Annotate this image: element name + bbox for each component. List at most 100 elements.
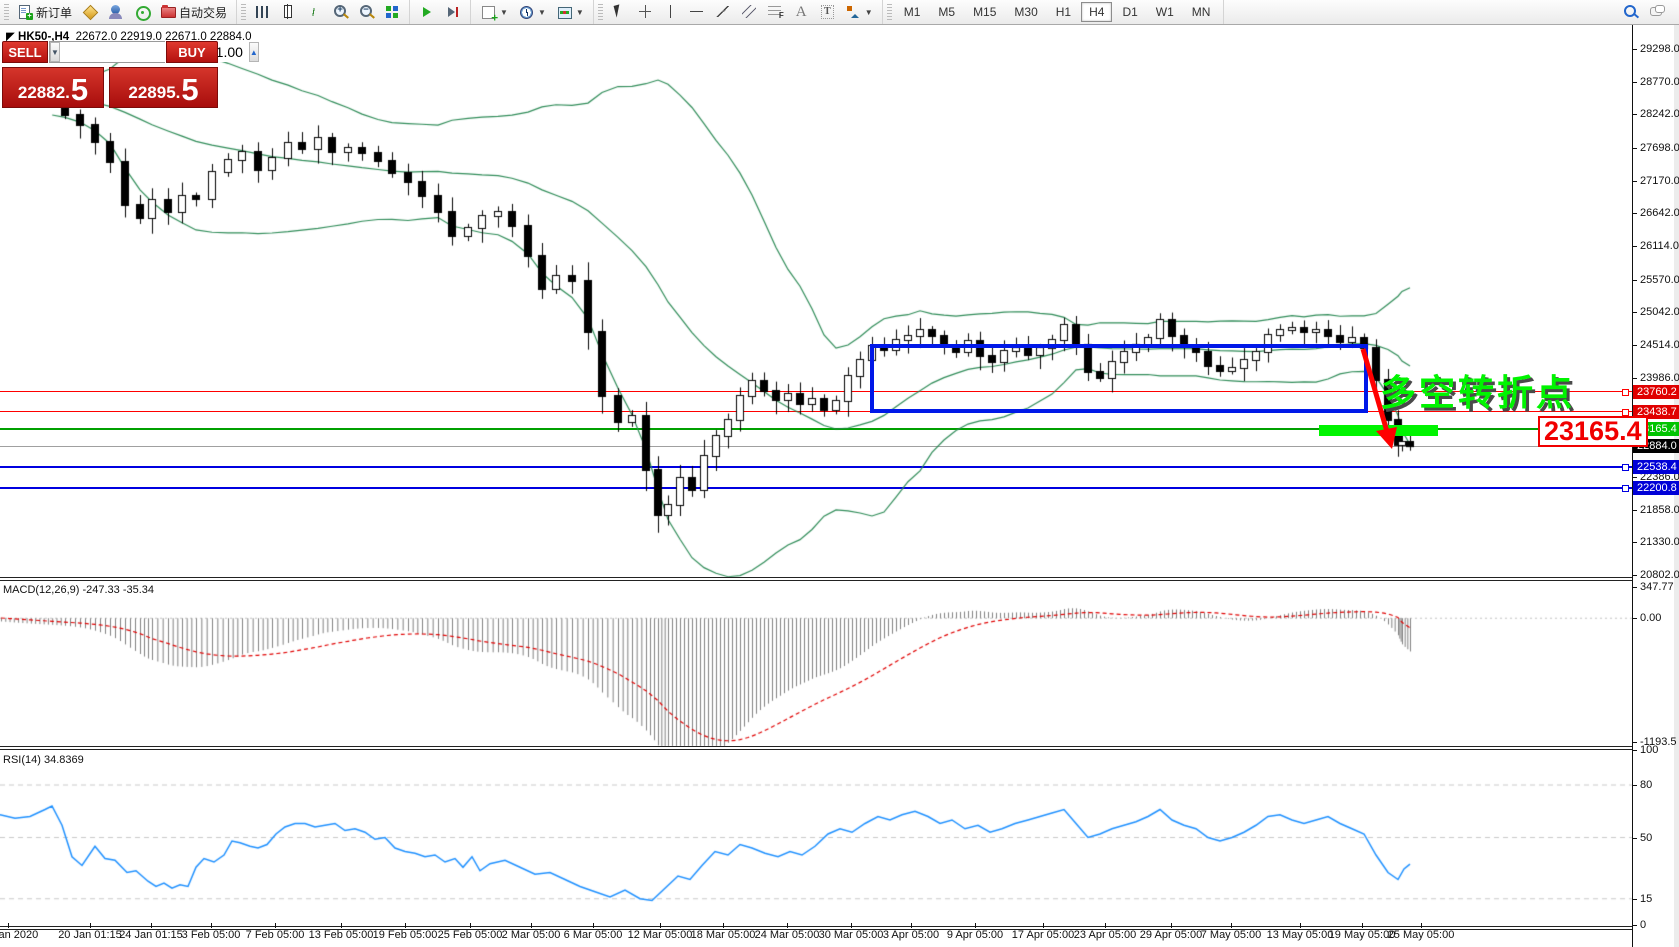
timeframe-h1[interactable]: H1 [1048,2,1079,22]
indicator-tick-mark [1632,925,1637,926]
horizontal-line-tool-button[interactable] [684,1,710,23]
gold-seal-icon [82,4,98,20]
label-tool-button[interactable]: T [814,1,840,23]
search-icon[interactable] [1623,4,1639,20]
fibonacci-icon [767,4,783,20]
buy-button[interactable]: BUY [166,41,218,63]
panel-separator[interactable] [0,746,1632,750]
time-axis-label: 19 Feb 05:00 [373,929,438,941]
rsi-level-label: 0 [1640,919,1646,931]
indicator-tick-mark [1632,838,1637,839]
time-tick-mark [1300,923,1301,928]
clock-icon [518,4,534,20]
time-axis-label: 13 Feb 05:00 [309,929,374,941]
sell-arrow[interactable] [1350,343,1420,473]
line-chart-button[interactable] [301,1,327,23]
toolbar-grip[interactable] [887,4,892,20]
timeframe-m30[interactable]: M30 [1006,2,1045,22]
new-order-button[interactable]: + 新订单 [12,1,77,24]
tile-windows-button[interactable] [379,1,405,23]
chevron-down-icon: ▼ [576,8,584,17]
chart-plot-area[interactable] [0,24,1679,947]
timeframe-m15[interactable]: M15 [965,2,1004,22]
chart-shift-button[interactable] [440,1,466,23]
timeframe-mn[interactable]: MN [1184,2,1219,22]
volume-input[interactable] [60,42,249,62]
consolidation-range-box[interactable] [870,344,1368,413]
market-watch-button[interactable] [77,1,103,23]
time-tick-mark [341,923,342,928]
time-axis-label: 3 Feb 05:00 [182,929,241,941]
trendline-tool-button[interactable] [710,1,736,23]
volume-increase-button[interactable]: ▲ [249,42,259,62]
price-tick-label: 26114.0 [1640,240,1679,252]
zoom-in-button[interactable]: + [327,1,353,23]
cursor-tool-button[interactable] [606,1,632,23]
price-tick-mark [1632,246,1637,247]
periods-button[interactable]: ▼ [513,1,551,23]
toolbar-grip[interactable] [4,4,9,20]
indicator-tick-mark [1632,618,1637,619]
timeframe-d1[interactable]: D1 [1114,2,1145,22]
vertical-line-tool-button[interactable] [658,1,684,23]
time-axis-label: 9 Apr 05:00 [947,929,1003,941]
new-order-label: 新订单 [36,4,72,21]
timeframe-h4[interactable]: H4 [1081,2,1112,22]
time-axis-label: 24 Mar 05:00 [755,929,820,941]
sell-price-dot: . [65,81,70,105]
line-chart-icon [306,4,322,20]
time-tick-mark [851,923,852,928]
buy-quote[interactable]: 22895 . 5 [109,67,218,108]
zoom-out-button[interactable]: − [353,1,379,23]
time-axis-label: 25 May 05:00 [1388,929,1455,941]
panel-separator[interactable] [0,577,1632,581]
sell-button[interactable]: SELL [2,41,48,63]
arrows-tool-button[interactable]: ▼ [840,1,878,23]
toolbar-grip[interactable] [241,4,246,20]
price-tick-mark [1632,510,1637,511]
timeframe-m5[interactable]: M5 [930,2,963,22]
chevron-down-icon: ▼ [865,8,873,17]
time-axis-label: 17 Apr 05:00 [1012,929,1074,941]
time-axis-label: 3 Apr 05:00 [883,929,939,941]
price-tick-label: 21330.0 [1640,536,1679,548]
auto-scroll-button[interactable] [414,1,440,23]
crosshair-icon [637,4,653,20]
price-tick-mark [1632,378,1637,379]
new-order-icon: + [17,4,33,20]
text-tool-button[interactable]: A [788,1,814,23]
price-badge: 23760.2 [1633,385,1679,399]
crosshair-tool-button[interactable] [632,1,658,23]
time-axis-label: 24 Jan 01:15 [119,929,183,941]
timeframe-m1[interactable]: M1 [896,2,929,22]
chat-icon[interactable] [1649,4,1665,20]
time-tick-mark [975,923,976,928]
fibonacci-tool-button[interactable] [762,1,788,23]
time-axis-label: 30 Mar 05:00 [819,929,884,941]
templates-button[interactable]: ▼ [551,1,589,23]
time-tick-mark [1043,923,1044,928]
sell-price-frac: 5 [71,74,88,105]
volume-decrease-button[interactable]: ▼ [50,42,60,62]
indicators-button[interactable]: ▼ [475,1,513,23]
bar-chart-button[interactable] [249,1,275,23]
channel-tool-button[interactable] [736,1,762,23]
candlestick-chart-button[interactable] [275,1,301,23]
indicator-tick-mark [1632,785,1637,786]
toolbar-grip[interactable] [598,4,603,20]
support-price-callout[interactable]: 23165.4 [1538,416,1648,447]
person-icon [108,4,124,20]
toolbar-group-objects: ▼ ▼ ▼ [471,0,594,24]
time-tick-mark [405,923,406,928]
price-tick-mark [1632,575,1637,576]
profile-button[interactable] [103,1,129,23]
sell-quote[interactable]: 22882 . 5 [2,67,104,108]
timeframe-w1[interactable]: W1 [1148,2,1182,22]
time-tick-mark [211,923,212,928]
auto-trading-button[interactable]: 自动交易 [155,1,232,24]
time-tick-mark [723,923,724,928]
time-axis-label: 2 Mar 05:00 [502,929,561,941]
volume-stepper: ▼ ▲ [49,41,165,63]
shapes-icon [845,4,861,20]
signals-button[interactable] [129,1,155,23]
